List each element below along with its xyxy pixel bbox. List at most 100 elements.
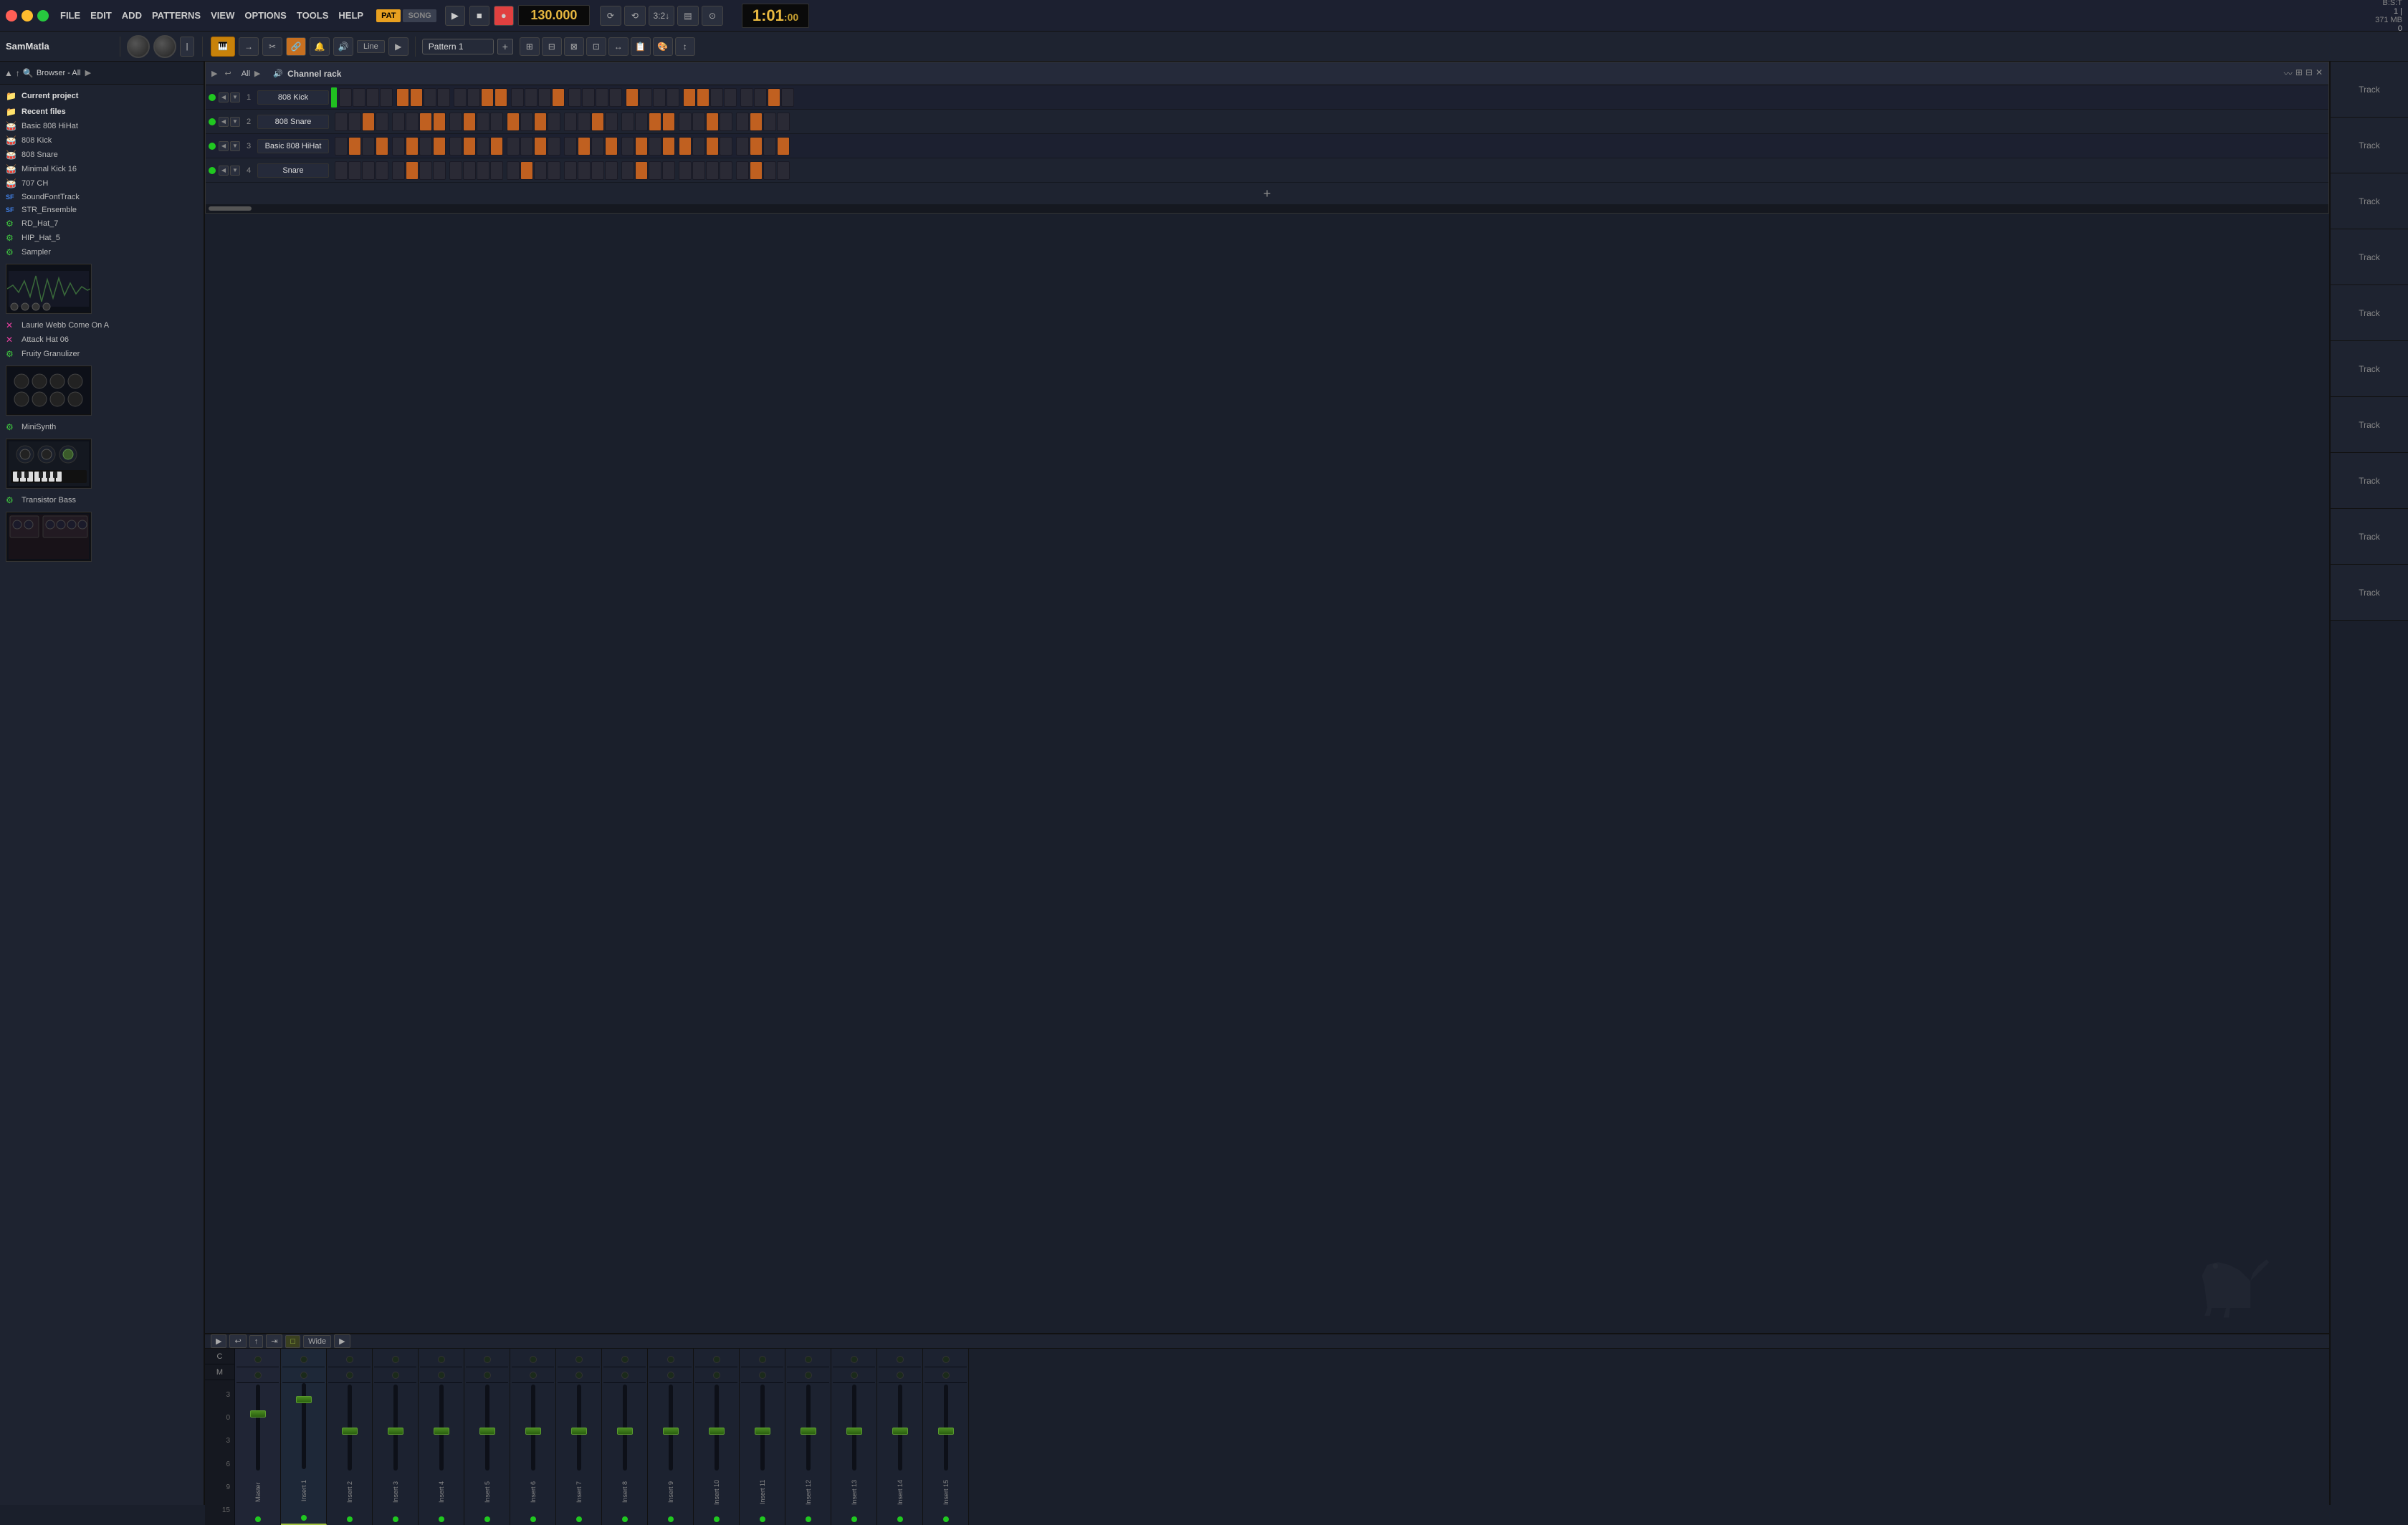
mixer-wide-btn[interactable]: Wide bbox=[303, 1335, 331, 1348]
channel-name-1[interactable]: 808 Kick bbox=[257, 90, 329, 105]
metronome-icon[interactable]: ⟳ bbox=[600, 6, 621, 26]
granulizer-thumbnail[interactable] bbox=[0, 361, 204, 420]
beat-btn-1-27[interactable] bbox=[720, 113, 732, 131]
mix-mute-12[interactable] bbox=[805, 1356, 812, 1363]
mix-solo-10[interactable] bbox=[713, 1372, 720, 1379]
mixer-led-12[interactable] bbox=[806, 1516, 811, 1522]
beat-btn-1-26[interactable] bbox=[706, 113, 719, 131]
rack-close-icon[interactable]: ✕ bbox=[2316, 67, 2323, 80]
line-selector[interactable]: Line bbox=[357, 40, 385, 53]
track-label-4[interactable]: Track bbox=[2331, 229, 2408, 285]
current-project-header[interactable]: 📁 Current project bbox=[0, 87, 204, 103]
mixer-fader-handle-10[interactable] bbox=[709, 1428, 725, 1435]
mixer-arrow-btn[interactable]: ↩ bbox=[229, 1334, 246, 1348]
track-label-9[interactable]: Track bbox=[2331, 509, 2408, 565]
beat-btn-3-30[interactable] bbox=[763, 161, 776, 180]
list-item[interactable]: 🥁 808 Kick bbox=[0, 133, 204, 148]
mixer-fader-handle-15[interactable] bbox=[938, 1428, 954, 1435]
mixer-btn[interactable]: ⊠ bbox=[564, 37, 584, 56]
rack-undo-icon[interactable]: ↩ bbox=[224, 69, 231, 78]
beat-btn-0-19[interactable] bbox=[609, 88, 622, 107]
beat-btn-2-3[interactable] bbox=[376, 137, 388, 156]
beat-btn-3-24[interactable] bbox=[679, 161, 692, 180]
mix-solo-7[interactable] bbox=[575, 1372, 583, 1379]
beat-btn-1-8[interactable] bbox=[449, 113, 462, 131]
beat-btn-2-10[interactable] bbox=[477, 137, 489, 156]
channel-name-3[interactable]: Basic 808 HiHat bbox=[257, 139, 329, 153]
mixer-fader-handle-1[interactable] bbox=[296, 1396, 312, 1403]
add-menu[interactable]: ADD bbox=[122, 10, 142, 21]
track-label-3[interactable]: Track bbox=[2331, 173, 2408, 229]
rack-filter-arrow[interactable]: ▶ bbox=[254, 69, 260, 78]
mixer-fader-handle-3[interactable] bbox=[388, 1428, 403, 1435]
beat-btn-3-15[interactable] bbox=[548, 161, 560, 180]
mixer-led-11[interactable] bbox=[760, 1516, 765, 1522]
beat-btn-2-20[interactable] bbox=[621, 137, 634, 156]
mute-tool[interactable]: 🔊 bbox=[333, 37, 353, 56]
patterns-menu[interactable]: PATTERNS bbox=[152, 10, 201, 21]
beat-btn-3-12[interactable] bbox=[507, 161, 520, 180]
channel-solo-1[interactable]: ▼ bbox=[230, 92, 240, 102]
mix-solo-13[interactable] bbox=[851, 1372, 858, 1379]
list-item[interactable]: SF STR_Ensemble bbox=[0, 204, 204, 216]
beat-btn-2-7[interactable] bbox=[433, 137, 446, 156]
beat-btn-1-31[interactable] bbox=[777, 113, 790, 131]
mix-mute-11[interactable] bbox=[759, 1356, 766, 1363]
beat-btn-1-3[interactable] bbox=[376, 113, 388, 131]
mixer-channel-2[interactable]: Insert 2 bbox=[327, 1349, 373, 1525]
bpm-display[interactable]: 130.000 bbox=[518, 5, 590, 26]
beat-btn-2-31[interactable] bbox=[777, 137, 790, 156]
beat-btn-3-4[interactable] bbox=[392, 161, 405, 180]
beat-btn-2-16[interactable] bbox=[564, 137, 577, 156]
beat-btn-3-28[interactable] bbox=[736, 161, 749, 180]
settings-btn[interactable]: ↕ bbox=[675, 37, 695, 56]
rack-grid-icon[interactable]: ⊞ bbox=[2295, 67, 2303, 80]
beat-btn-0-7[interactable] bbox=[437, 88, 450, 107]
nav-up-button[interactable]: ▲ bbox=[4, 68, 13, 78]
beat-btn-1-19[interactable] bbox=[605, 113, 618, 131]
mixer-led-13[interactable] bbox=[851, 1516, 857, 1522]
mixer-fader-handle-2[interactable] bbox=[342, 1428, 358, 1435]
beat-btn-0-3[interactable] bbox=[380, 88, 393, 107]
beat-btn-3-29[interactable] bbox=[750, 161, 763, 180]
track-label-1[interactable]: Track bbox=[2331, 62, 2408, 118]
add-pattern-button[interactable]: + bbox=[497, 39, 513, 54]
beat-btn-2-9[interactable] bbox=[463, 137, 476, 156]
beat-btn-2-4[interactable] bbox=[392, 137, 405, 156]
beat-btn-2-2[interactable] bbox=[362, 137, 375, 156]
list-item[interactable]: ⚙ Transistor Bass bbox=[0, 493, 204, 507]
list-item[interactable]: ⚙ MiniSynth bbox=[0, 420, 204, 434]
beat-btn-0-0[interactable] bbox=[339, 88, 352, 107]
beat-btn-1-0[interactable] bbox=[335, 113, 348, 131]
mix-mute-6[interactable] bbox=[530, 1356, 537, 1363]
rack-wave-icon[interactable]: 〰 bbox=[2284, 67, 2293, 80]
list-item[interactable]: 🥁 808 Snare bbox=[0, 148, 204, 162]
tools-menu[interactable]: TOOLS bbox=[297, 10, 329, 21]
mixer-fader-handle-8[interactable] bbox=[617, 1428, 633, 1435]
line-arrow[interactable]: ▶ bbox=[388, 37, 408, 56]
beat-btn-2-29[interactable] bbox=[750, 137, 763, 156]
recent-files-header[interactable]: 📁 Recent files bbox=[0, 103, 204, 119]
minimize-button[interactable] bbox=[22, 10, 33, 21]
mix-mute-9[interactable] bbox=[667, 1356, 674, 1363]
beat-btn-0-10[interactable] bbox=[481, 88, 494, 107]
list-item[interactable]: 🥁 707 CH bbox=[0, 176, 204, 191]
beat-btn-0-14[interactable] bbox=[538, 88, 551, 107]
mix-solo-1[interactable] bbox=[300, 1372, 307, 1379]
mixer-fader-handle-9[interactable] bbox=[663, 1428, 679, 1435]
channel-solo-2[interactable]: ▼ bbox=[230, 117, 240, 127]
list-item[interactable]: ✕ Laurie Webb Come On A bbox=[0, 318, 204, 333]
mixer-play-btn[interactable]: ▶ bbox=[211, 1334, 226, 1348]
loop-icon[interactable]: ⟲ bbox=[624, 6, 646, 26]
beat-btn-1-25[interactable] bbox=[692, 113, 705, 131]
beat-btn-2-15[interactable] bbox=[548, 137, 560, 156]
master-pitch-knob[interactable] bbox=[153, 35, 176, 58]
track-label-6[interactable]: Track bbox=[2331, 341, 2408, 397]
rack-grid2-icon[interactable]: ⊟ bbox=[2306, 67, 2313, 80]
mixer-led-7[interactable] bbox=[576, 1516, 582, 1522]
mix-solo-12[interactable] bbox=[805, 1372, 812, 1379]
list-item[interactable]: ⚙ RD_Hat_7 bbox=[0, 216, 204, 231]
beat-btn-1-28[interactable] bbox=[736, 113, 749, 131]
pat-button[interactable]: PAT bbox=[376, 9, 401, 22]
mix-mute-15[interactable] bbox=[942, 1356, 950, 1363]
